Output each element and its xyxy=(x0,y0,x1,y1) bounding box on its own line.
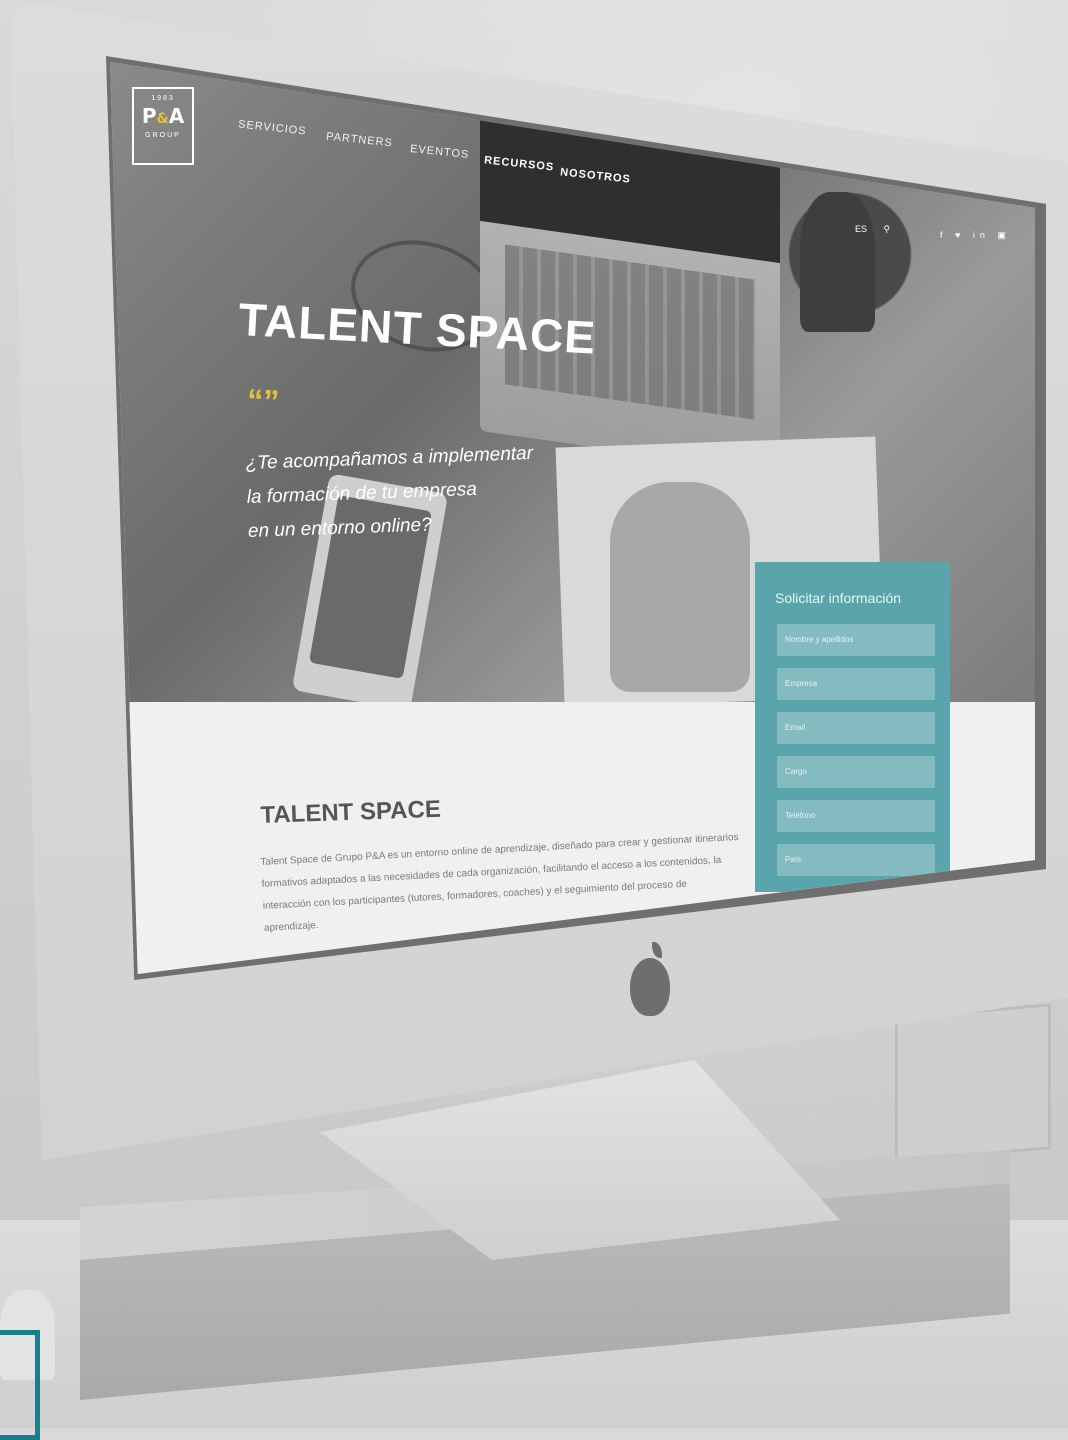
position-field[interactable]: Cargo xyxy=(777,756,935,788)
email-field[interactable]: Email xyxy=(777,712,935,744)
nav-servicios[interactable]: SERVICIOS xyxy=(238,118,308,137)
nav-eventos[interactable]: EVENTOS xyxy=(410,143,470,161)
brand-logo[interactable]: 1983 P&A GROUP xyxy=(132,87,194,165)
background-photo-frame xyxy=(895,1003,1051,1163)
content-title: TALENT SPACE xyxy=(260,795,442,829)
quote-icon: “” xyxy=(246,382,280,420)
logo-group: GROUP xyxy=(145,132,181,139)
utility-bar: ES ⚲ xyxy=(855,224,890,235)
phone-field[interactable]: Teléfono xyxy=(777,800,935,832)
logo-mark: P&A xyxy=(134,104,192,128)
name-field[interactable]: Nombre y apellidos xyxy=(777,624,935,656)
apple-logo xyxy=(630,958,670,1016)
logo-year: 1983 xyxy=(151,95,175,102)
mug-photo-element xyxy=(800,192,875,332)
nav-recursos[interactable]: RECURSOS xyxy=(484,154,555,173)
logo-letter-p: P xyxy=(141,104,157,128)
hand-photo-element xyxy=(610,482,750,692)
form-title: Solicitar información xyxy=(775,590,902,606)
logo-letter-a: A xyxy=(168,104,185,128)
language-selector[interactable]: ES xyxy=(855,224,867,234)
nav-partners[interactable]: PARTNERS xyxy=(326,131,394,150)
hero-subtitle: ¿Te acompañamos a implementar la formaci… xyxy=(245,437,536,549)
country-field[interactable]: País xyxy=(777,844,935,876)
search-icon[interactable]: ⚲ xyxy=(884,224,891,234)
teal-frame-decoration xyxy=(0,1330,40,1440)
logo-ampersand: & xyxy=(156,111,169,127)
info-request-form: Solicitar información Nombre y apellidos… xyxy=(755,562,950,892)
social-icons[interactable]: f ♥ in ▣ xyxy=(940,230,1011,241)
company-field[interactable]: Empresa xyxy=(777,668,935,700)
website-screen: 1983 P&A GROUP SERVICIOS PARTNERS EVENTO… xyxy=(110,62,1035,974)
